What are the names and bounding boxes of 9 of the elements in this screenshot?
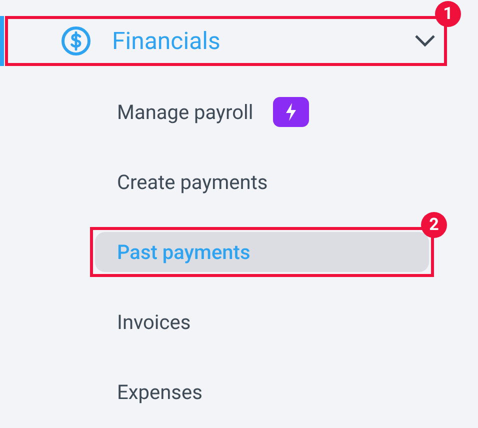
submenu-item[interactable]: Manage payroll bbox=[90, 87, 434, 137]
chevron-icon bbox=[414, 34, 436, 48]
callout-number: 2 bbox=[421, 212, 447, 238]
dollar-icon bbox=[60, 25, 92, 57]
submenu-item[interactable]: Create payments bbox=[90, 157, 434, 207]
callout-number: 1 bbox=[435, 1, 461, 27]
submenu-item[interactable]: Invoices bbox=[90, 297, 434, 347]
submenu-item[interactable]: Expenses bbox=[90, 367, 434, 417]
active-indicator bbox=[0, 16, 4, 66]
